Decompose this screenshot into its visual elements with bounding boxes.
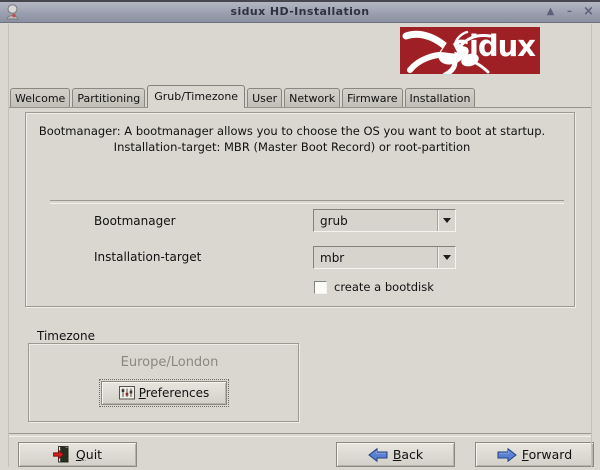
forward-arrow-icon <box>497 448 517 462</box>
window-right-bevel <box>591 24 592 467</box>
bootmanager-selected-value: grub <box>320 214 348 228</box>
bootmanager-label: Bootmanager <box>94 214 176 228</box>
logo-text: sidux <box>453 29 535 63</box>
timezone-group-title: Timezone <box>34 329 98 343</box>
back-button[interactable]: Back <box>336 442 455 467</box>
preferences-icon <box>119 386 135 400</box>
maximize-icon[interactable]: ▲ <box>544 5 557 19</box>
back-button-label: Back <box>393 447 423 462</box>
preferences-button-label: Preferences <box>139 386 210 400</box>
bootdisk-checkbox[interactable] <box>314 281 327 294</box>
quit-button[interactable]: Quit <box>18 442 137 467</box>
forward-button-label: Forward <box>522 447 572 462</box>
info-line-2: Installation-target: MBR (Master Boot Re… <box>30 139 554 155</box>
panel-separator <box>50 200 564 204</box>
chevron-down-icon <box>443 218 451 223</box>
timezone-group: Europe/London Preferences <box>28 343 299 422</box>
tab-user[interactable]: User <box>247 88 282 107</box>
tab-welcome[interactable]: Welcome <box>10 88 70 107</box>
bootmanager-dropdown-button[interactable] <box>437 210 455 231</box>
bootmanager-info-text: Bootmanager: A bootmanager allows you to… <box>30 123 554 155</box>
preferences-button-focus-ring: Preferences <box>99 379 229 407</box>
preferences-button[interactable]: Preferences <box>101 381 227 405</box>
installation-target-selected-value: mbr <box>320 251 344 265</box>
info-line-1: Bootmanager: A bootmanager allows you to… <box>30 123 554 139</box>
forward-button[interactable]: Forward <box>475 442 594 467</box>
installation-target-select[interactable]: mbr <box>313 246 456 269</box>
tab-bar: Welcome Partitioning Grub/Timezone User … <box>10 84 477 108</box>
window-left-bevel <box>8 24 9 467</box>
installer-window: sidux HD-Installation ▲ – × sidux Welcom… <box>0 0 600 470</box>
timezone-value: Europe/London <box>41 355 298 370</box>
tab-network[interactable]: Network <box>284 88 340 107</box>
back-arrow-icon <box>368 448 388 462</box>
bootdisk-label: create a bootdisk <box>334 280 434 294</box>
footer-separator <box>8 433 592 437</box>
sidux-logo: sidux <box>400 27 540 74</box>
window-titlebar: sidux HD-Installation ▲ – × <box>0 2 600 23</box>
tab-grub-timezone[interactable]: Grub/Timezone <box>147 85 245 108</box>
tab-partitioning[interactable]: Partitioning <box>72 88 145 107</box>
window-controls: ▲ – × <box>544 2 595 22</box>
tab-installation[interactable]: Installation <box>405 88 476 107</box>
quit-door-icon <box>53 446 71 463</box>
installation-target-dropdown-button[interactable] <box>437 247 455 268</box>
window-title: sidux HD-Installation <box>0 5 600 18</box>
tab-firmware[interactable]: Firmware <box>342 88 402 107</box>
close-icon[interactable]: × <box>582 5 595 19</box>
minimize-icon[interactable]: – <box>563 5 576 19</box>
bootmanager-select[interactable]: grub <box>313 209 456 232</box>
chevron-down-icon <box>443 255 451 260</box>
main-panel: Bootmanager: A bootmanager allows you to… <box>25 112 575 307</box>
installation-target-label: Installation-target <box>94 250 201 264</box>
quit-button-label: Quit <box>76 447 102 462</box>
bootdisk-check-row: create a bootdisk <box>314 280 434 294</box>
